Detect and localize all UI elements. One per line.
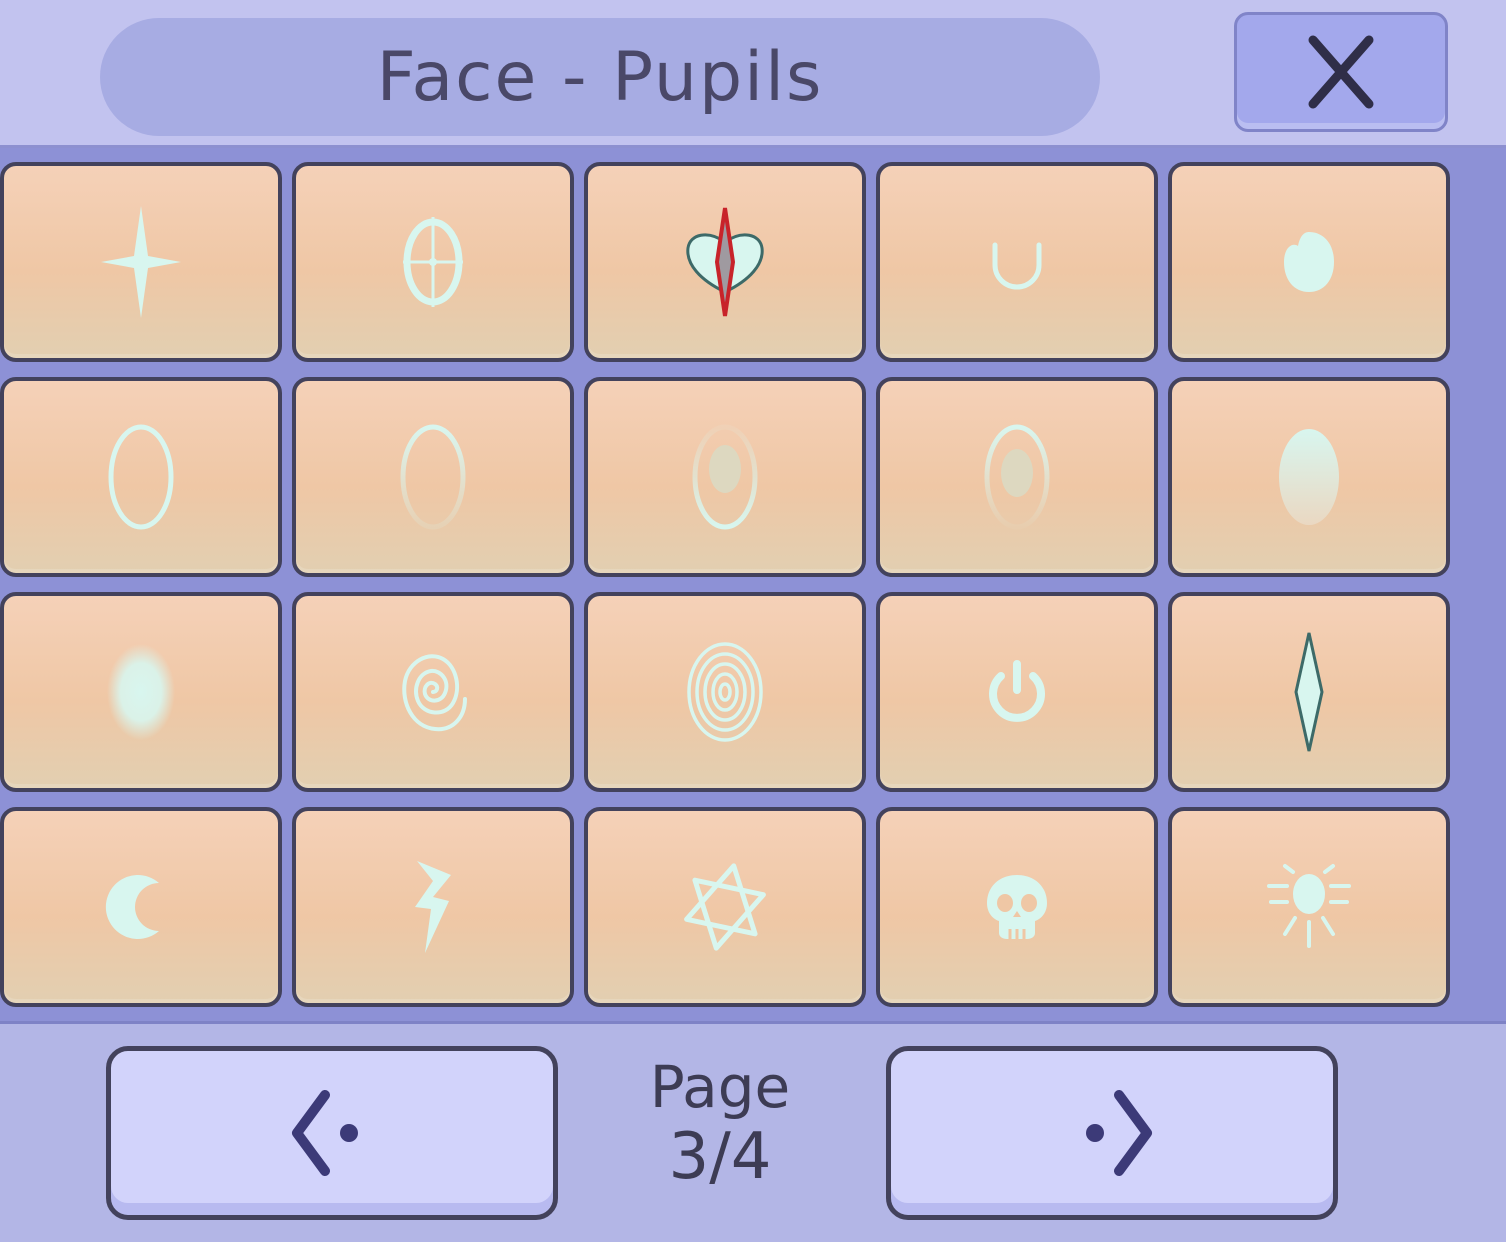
pupil-option-u-curve[interactable] [876, 162, 1158, 362]
pupil-option-spiral[interactable] [292, 592, 574, 792]
power-symbol-icon [989, 660, 1045, 722]
pupil-option-concentric-rings[interactable] [584, 592, 866, 792]
next-page-button[interactable] [886, 1046, 1338, 1220]
page-word: Page [649, 1053, 791, 1121]
pupil-option-crosshair-ring[interactable] [292, 162, 574, 362]
page-indicator: Page 3/4 [600, 1052, 840, 1192]
concentric-rings-icon [687, 642, 763, 742]
chevron-right-dot-icon [1086, 1090, 1152, 1176]
hexagram-star-icon [684, 863, 766, 951]
skull-icon [987, 875, 1047, 939]
soft-glow-oval-icon [107, 644, 175, 740]
pupil-option-gradient-oval[interactable] [1168, 377, 1450, 577]
heart-with-slit-icon [686, 207, 764, 317]
crescent-moon-icon [105, 875, 159, 939]
pupil-option-faded-ring-with-dot[interactable] [876, 377, 1158, 577]
four-point-star-icon [101, 206, 181, 318]
pupil-option-sun-rays[interactable] [1168, 807, 1450, 1007]
header-bar: Face - Pupils [0, 0, 1506, 148]
pupil-option-four-point-star[interactable] [0, 162, 282, 362]
chevron-left-dot-icon [292, 1090, 358, 1176]
blob-icon [1284, 232, 1334, 292]
faded-ring-with-dot-icon [984, 424, 1050, 530]
close-icon [1308, 35, 1374, 109]
sun-rays-icon [1267, 864, 1351, 948]
pupil-option-skull[interactable] [876, 807, 1158, 1007]
crosshair-ring-icon [403, 217, 463, 307]
page-title: Face - Pupils [376, 37, 824, 117]
pupil-option-power-symbol[interactable] [876, 592, 1158, 792]
u-curve-icon [992, 242, 1042, 290]
pupil-option-hexagram-star[interactable] [584, 807, 866, 1007]
pupil-option-crescent-moon[interactable] [0, 807, 282, 1007]
faded-ring-icon [400, 424, 466, 530]
pupil-option-faded-ring[interactable] [292, 377, 574, 577]
close-button[interactable] [1234, 12, 1448, 132]
spiral-icon [402, 654, 467, 732]
ring-with-dot-icon [692, 424, 758, 530]
pupil-option-soft-glow-oval[interactable] [0, 592, 282, 792]
page-number: 3/4 [668, 1120, 772, 1194]
pupil-option-blob[interactable] [1168, 162, 1450, 362]
prev-page-button[interactable] [106, 1046, 558, 1220]
pupil-grid [0, 148, 1506, 1024]
pupil-option-ring-with-dot[interactable] [584, 377, 866, 577]
gradient-oval-icon [1279, 429, 1339, 525]
pupil-option-diamond-slit[interactable] [1168, 592, 1450, 792]
thin-ring-icon [108, 424, 174, 530]
pupil-option-heart-with-slit[interactable] [584, 162, 866, 362]
pupil-option-thin-ring[interactable] [0, 377, 282, 577]
pupil-option-lightning-bolt[interactable] [292, 807, 574, 1007]
title-pill: Face - Pupils [100, 18, 1100, 136]
lightning-bolt-icon [415, 861, 451, 953]
diamond-slit-icon [1294, 632, 1324, 752]
